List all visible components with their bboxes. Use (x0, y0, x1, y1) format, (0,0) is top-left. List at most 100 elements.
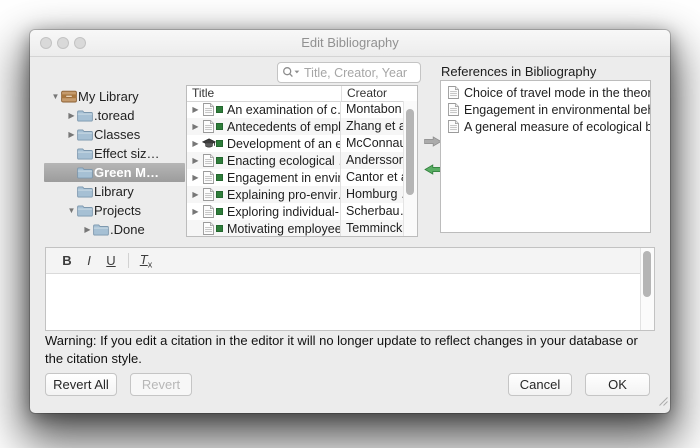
table-header[interactable]: Title Creator (187, 86, 417, 102)
sidebar-item-label: Classes (94, 127, 140, 142)
disclosure-triangle-icon[interactable]: ▶ (190, 207, 201, 216)
thesis-icon (201, 138, 216, 149)
folder-icon (77, 129, 94, 141)
folder-icon (77, 110, 94, 122)
table-row[interactable]: ▶ Antecedents of empl…Zhang et al. (187, 118, 404, 135)
editor-scrollbar-thumb[interactable] (643, 251, 651, 297)
item-title: Engagement in envir… (227, 171, 340, 185)
revert-button[interactable]: Revert (130, 373, 192, 396)
search-field[interactable] (277, 62, 421, 83)
sidebar-item-done[interactable]: ▶ .Done (44, 220, 185, 239)
bold-button[interactable]: B (56, 253, 78, 268)
creator-cell: Homburg … (340, 186, 404, 203)
item-type-indicator (216, 123, 223, 130)
sidebar-item-label: Green M… (94, 165, 159, 180)
search-input[interactable] (302, 65, 416, 81)
reference-title: A general measure of ecological be… (464, 120, 650, 134)
library-tree: ▼My Library▶.toread▶ClassesEffect siz…Gr… (44, 87, 185, 239)
table-row[interactable]: ▶Explaining pro-envir…Homburg … (187, 186, 404, 203)
disclosure-triangle-icon[interactable]: ▼ (50, 92, 61, 101)
title-cell: ▶ Engagement in envir… (187, 171, 340, 185)
sidebar-item-library[interactable]: Library (44, 182, 185, 201)
title-cell: ▶Exploring individual-… (187, 205, 340, 219)
creator-cell: McConnau… (340, 135, 404, 152)
citation-editor: BIU Tx (45, 247, 655, 331)
disclosure-triangle-icon[interactable]: ▶ (66, 130, 77, 139)
disclosure-triangle-icon[interactable]: ▶ (190, 139, 201, 148)
table-row[interactable]: Motivating employee…Temminck… (187, 220, 404, 236)
cancel-button[interactable]: Cancel (508, 373, 572, 396)
resize-grip[interactable] (657, 393, 668, 411)
article-icon (201, 171, 216, 184)
item-title: Antecedents of empl… (227, 120, 340, 134)
disclosure-triangle-icon[interactable]: ▶ (66, 111, 77, 120)
creator-cell: Temminck… (340, 220, 404, 236)
item-type-indicator (216, 174, 223, 181)
disclosure-triangle-icon[interactable]: ▶ (190, 190, 201, 199)
disclosure-triangle-icon[interactable]: ▶ (190, 122, 201, 131)
sidebar-item-classes[interactable]: ▶ Classes (44, 125, 185, 144)
reference-item[interactable]: Engagement in environmental beha… (441, 101, 650, 118)
reference-item[interactable]: A general measure of ecological be… (441, 118, 650, 135)
sidebar-item-toread[interactable]: ▶.toread (44, 106, 185, 125)
folder-icon (77, 186, 94, 198)
title-cell: ▶ Antecedents of empl… (187, 120, 340, 134)
sidebar-item-my-library[interactable]: ▼My Library (44, 87, 185, 106)
editor-scrollbar[interactable] (640, 248, 654, 330)
item-title: An examination of c… (227, 103, 340, 117)
title-cell: ▶ An examination of c… (187, 103, 340, 117)
item-title: Enacting ecological … (227, 154, 340, 168)
edit-bibliography-dialog: Edit Bibliography References in Bibliogr… (30, 30, 670, 413)
folder-icon (77, 205, 94, 217)
creator-cell: Zhang et al. (340, 118, 404, 135)
window-title: Edit Bibliography (30, 30, 670, 56)
title-cell: Motivating employee… (187, 222, 340, 236)
references-heading: References in Bibliography (441, 64, 596, 79)
table-row[interactable]: ▶ Development of an e…McConnau… (187, 135, 404, 152)
warning-text: Warning: If you edit a citation in the e… (45, 332, 645, 367)
column-header-title[interactable]: Title (187, 86, 341, 101)
sidebar-item-green-m[interactable]: Green M… (44, 163, 185, 182)
sidebar-item-label: Library (94, 184, 134, 199)
article-icon (201, 120, 216, 133)
clear-formatting-button[interactable]: Tx (135, 252, 157, 270)
item-type-indicator (216, 157, 223, 164)
search-icon[interactable] (282, 66, 302, 79)
revert-all-button[interactable]: Revert All (45, 373, 117, 396)
creator-cell: Montabon … (340, 101, 404, 118)
item-title: Development of an e… (227, 137, 340, 151)
column-header-creator[interactable]: Creator (341, 86, 417, 101)
folder-icon (93, 224, 110, 236)
disclosure-triangle-icon[interactable]: ▶ (82, 225, 93, 234)
disclosure-triangle-icon[interactable]: ▶ (190, 173, 201, 182)
article-icon (201, 188, 216, 201)
disclosure-triangle-icon[interactable]: ▶ (190, 105, 201, 114)
sidebar-item-effect-siz[interactable]: Effect siz… (44, 144, 185, 163)
article-icon (201, 222, 216, 235)
title-bar[interactable]: Edit Bibliography (30, 30, 670, 57)
sidebar-item-projects[interactable]: ▼ Projects (44, 201, 185, 220)
table-row[interactable]: ▶ An examination of c…Montabon … (187, 101, 404, 118)
editor-content[interactable] (46, 274, 640, 330)
title-cell: ▶ Development of an e… (187, 137, 340, 151)
items-table-scrollbar-thumb[interactable] (406, 109, 414, 195)
sidebar-item-label: Projects (94, 203, 141, 218)
table-row[interactable]: ▶Enacting ecological …Andersson… (187, 152, 404, 169)
table-row[interactable]: ▶Engagement in envir…Cantor et al. (187, 169, 404, 186)
folder-icon (77, 167, 94, 179)
reference-title: Engagement in environmental beha… (464, 103, 650, 117)
creator-cell: Scherbau… (340, 203, 404, 220)
items-table-scrollbar[interactable] (403, 101, 417, 236)
disclosure-triangle-icon[interactable]: ▶ (190, 156, 201, 165)
table-body: ▶ An examination of c…Montabon … ▶ Antecede… (187, 101, 404, 236)
item-type-indicator (216, 208, 223, 215)
disclosure-triangle-icon[interactable]: ▼ (66, 206, 77, 215)
reference-item[interactable]: Choice of travel mode in the theory… (441, 84, 650, 101)
ok-button[interactable]: OK (585, 373, 650, 396)
table-row[interactable]: ▶Exploring individual-…Scherbau… (187, 203, 404, 220)
editor-toolbar: BIU Tx (46, 248, 640, 274)
underline-button[interactable]: U (100, 253, 122, 268)
reference-title: Choice of travel mode in the theory… (464, 86, 650, 100)
sidebar-item-label: .Done (110, 222, 145, 237)
italic-button[interactable]: I (78, 253, 100, 268)
